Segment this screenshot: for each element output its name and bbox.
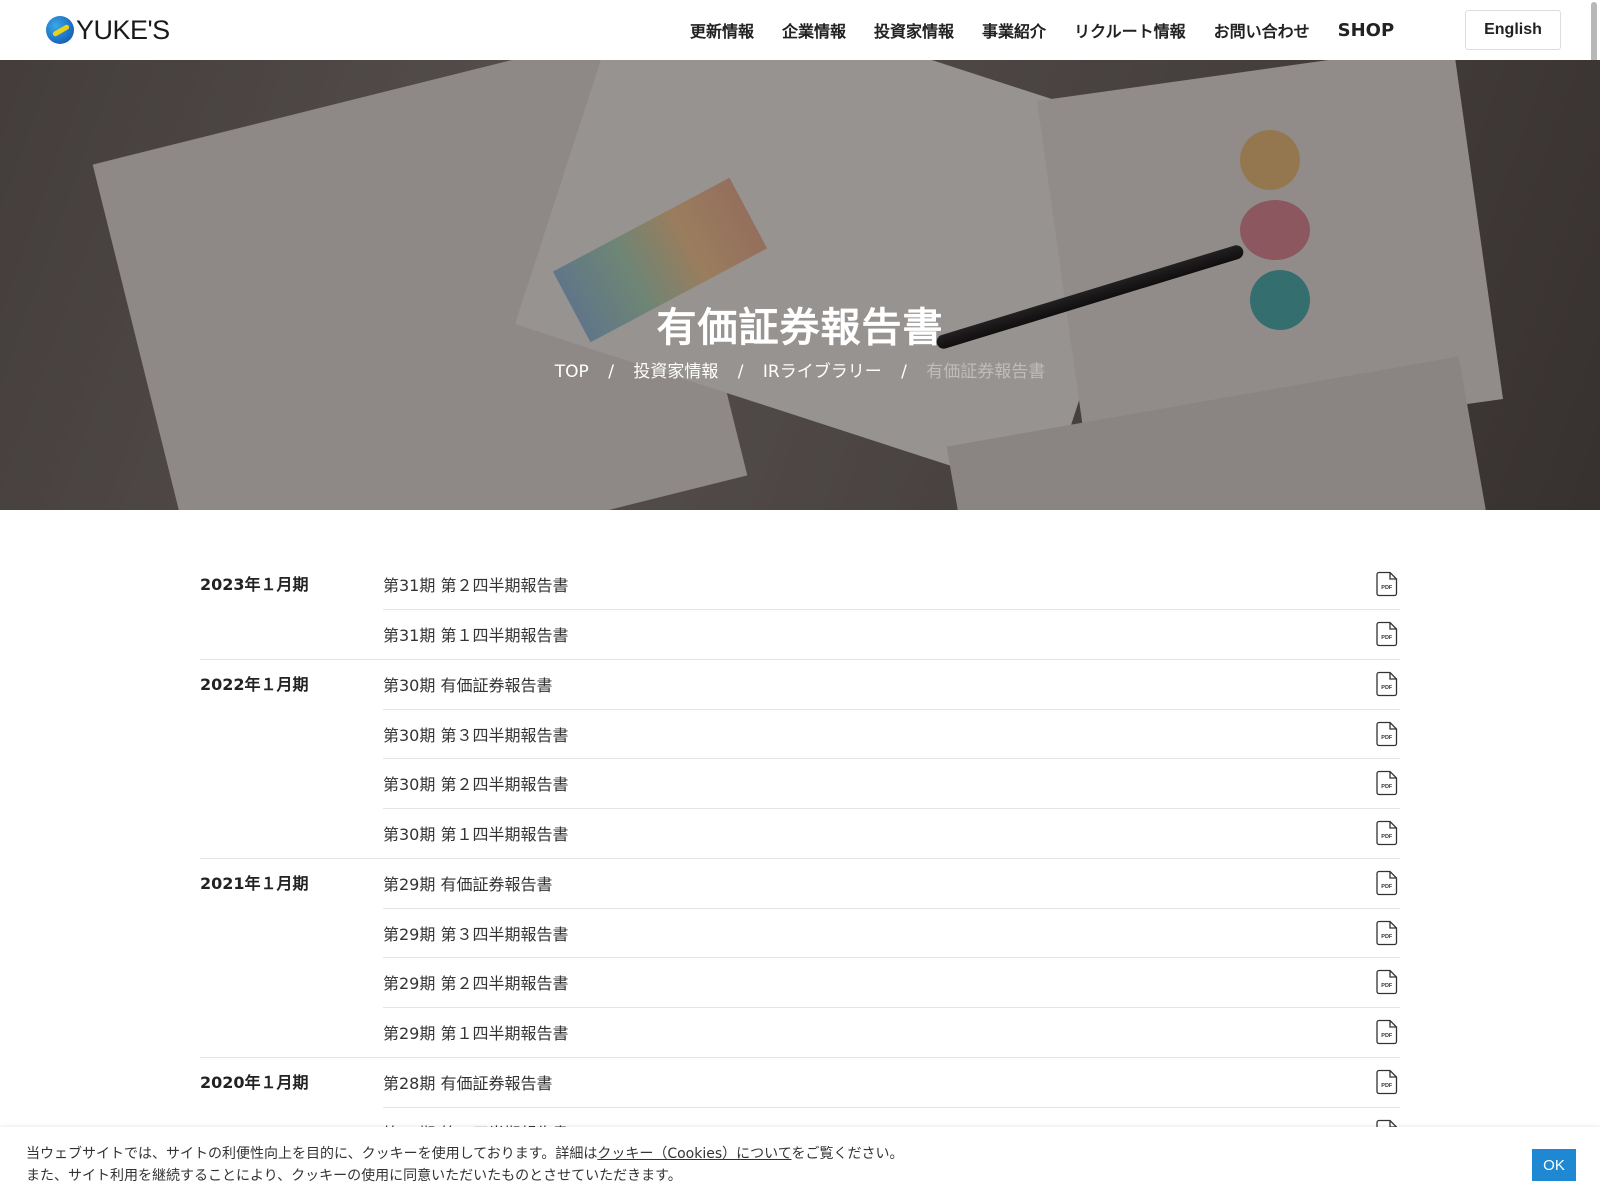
english-button[interactable]: English [1465,10,1561,50]
hero-overlay [0,60,1600,510]
pdf-icon[interactable]: PDF [1376,621,1398,647]
cookie-text-outro: をご覧ください。 [791,1146,904,1162]
page-title: 有価証券報告書 [656,305,944,351]
hero-banner: 有価証券報告書 TOP / 投資家情報 / IRライブラリー / 有価証券報告書 [0,60,1600,510]
year-group: 2022年１月期 第30期 有価証券報告書 PDF 第30期 第３四半期報告書 PDF 第… [200,660,1400,858]
report-row[interactable]: 第31期 第２四半期報告書 PDF [383,560,1400,610]
pdf-icon-label: PDF [1381,1083,1393,1089]
pdf-icon[interactable]: PDF [1376,969,1398,995]
report-row[interactable]: 第29期 第３四半期報告書 PDF [383,909,1400,958]
report-row[interactable]: 第29期 第２四半期報告書 PDF [383,958,1400,1008]
cookie-text: 当ウェブサイトでは、サイトの利便性向上を目的に、クッキーを使用しております。詳細… [26,1143,903,1187]
pdf-icon-label: PDF [1381,685,1393,691]
pdf-icon-label: PDF [1381,983,1393,989]
report-row[interactable]: 第29期 有価証券報告書 PDF [383,859,1400,909]
report-list: 2023年１月期 第31期 第２四半期報告書 PDF 第31期 第１四半期報告書 PDF… [200,560,1400,1157]
breadcrumb-separator: / [901,362,907,382]
nav-item-shop[interactable]: SHOP [1338,20,1395,41]
report-row[interactable]: 第30期 第３四半期報告書 PDF [383,710,1400,759]
report-title[interactable]: 第28期 有価証券報告書 [383,1070,552,1094]
year-group: 2023年１月期 第31期 第２四半期報告書 PDF 第31期 第１四半期報告書 PDF [200,560,1400,659]
report-row[interactable]: 第30期 第２四半期報告書 PDF [383,759,1400,809]
pdf-icon-label: PDF [1381,1033,1393,1039]
report-title[interactable]: 第29期 第１四半期報告書 [383,1020,568,1044]
yukes-logo-icon [46,16,74,44]
nav-item-contact[interactable]: お問い合わせ [1214,18,1310,42]
report-title[interactable]: 第31期 第２四半期報告書 [383,572,568,596]
cookie-text-consent: また、サイト利用を継続することにより、クッキーの使用に同意いただいたものとさせて… [26,1168,682,1184]
pdf-icon[interactable]: PDF [1376,870,1398,896]
logo[interactable]: YUKE'S [46,15,170,45]
cookie-ok-button[interactable]: OK [1532,1149,1576,1181]
report-rows: 第30期 有価証券報告書 PDF 第30期 第３四半期報告書 PDF 第30期 第２四半… [383,660,1400,858]
pdf-icon[interactable]: PDF [1376,1069,1398,1095]
breadcrumb-top[interactable]: TOP [555,362,589,382]
pdf-icon[interactable]: PDF [1376,1019,1398,1045]
fiscal-period-label: 2020年１月期 [200,1073,309,1092]
report-title[interactable]: 第29期 有価証券報告書 [383,871,552,895]
report-title[interactable]: 第31期 第１四半期報告書 [383,622,568,646]
pdf-icon[interactable]: PDF [1376,571,1398,597]
breadcrumb-ir-library[interactable]: IRライブラリー [763,362,882,382]
pdf-icon[interactable]: PDF [1376,770,1398,796]
fiscal-period-label: 2022年１月期 [200,675,309,694]
pdf-icon[interactable]: PDF [1376,820,1398,846]
pdf-icon[interactable]: PDF [1376,920,1398,946]
logo-text: YUKE'S [76,14,170,45]
fiscal-period-label: 2021年１月期 [200,874,309,893]
report-row[interactable]: 第29期 第１四半期報告書 PDF [383,1008,1400,1058]
report-row[interactable]: 第31期 第１四半期報告書 PDF [383,610,1400,660]
cookie-text-intro: 当ウェブサイトでは、サイトの利便性向上を目的に、クッキーを使用しております。詳細… [26,1146,598,1162]
pdf-icon-label: PDF [1381,884,1393,890]
breadcrumb-separator: / [608,362,614,382]
pdf-icon-label: PDF [1381,635,1393,641]
pdf-icon-label: PDF [1381,784,1393,790]
report-title[interactable]: 第30期 第２四半期報告書 [383,771,568,795]
report-row[interactable]: 第30期 第１四半期報告書 PDF [383,809,1400,859]
report-title[interactable]: 第29期 第３四半期報告書 [383,921,568,945]
breadcrumb-current: 有価証券報告書 [926,362,1046,382]
report-title[interactable]: 第29期 第２四半期報告書 [383,970,568,994]
report-title[interactable]: 第30期 第３四半期報告書 [383,722,568,746]
report-title[interactable]: 第30期 第１四半期報告書 [383,821,568,845]
report-rows: 第31期 第２四半期報告書 PDF 第31期 第１四半期報告書 PDF [383,560,1400,659]
nav-item-investors[interactable]: 投資家情報 [874,18,954,42]
pdf-icon-label: PDF [1381,834,1393,840]
report-row[interactable]: 第30期 有価証券報告書 PDF [383,660,1400,710]
report-row[interactable]: 第28期 有価証券報告書 PDF [383,1058,1400,1108]
nav-item-business[interactable]: 事業紹介 [982,18,1046,42]
nav-item-recruit[interactable]: リクルート情報 [1074,18,1186,42]
report-rows: 第29期 有価証券報告書 PDF 第29期 第３四半期報告書 PDF 第29期 第２四半… [383,859,1400,1057]
pdf-icon[interactable]: PDF [1376,721,1398,747]
pdf-icon[interactable]: PDF [1376,671,1398,697]
year-group: 2021年１月期 第29期 有価証券報告書 PDF 第29期 第３四半期報告書 PDF 第… [200,859,1400,1057]
main-nav: 更新情報 企業情報 投資家情報 事業紹介 リクルート情報 お問い合わせ SHOP [690,0,1394,60]
nav-item-news[interactable]: 更新情報 [690,18,754,42]
breadcrumb-investors[interactable]: 投資家情報 [633,362,718,382]
cookie-banner: 当ウェブサイトでは、サイトの利便性向上を目的に、クッキーを使用しております。詳細… [0,1127,1600,1200]
pdf-icon-label: PDF [1381,735,1393,741]
pdf-icon-label: PDF [1381,934,1393,940]
nav-item-company[interactable]: 企業情報 [782,18,846,42]
fiscal-period-label: 2023年１月期 [200,575,309,594]
site-header: YUKE'S 更新情報 企業情報 投資家情報 事業紹介 リクルート情報 お問い合… [0,0,1600,60]
pdf-icon-label: PDF [1381,585,1393,591]
cookie-policy-link[interactable]: クッキー（Cookies）について [597,1146,791,1162]
breadcrumb-separator: / [737,362,744,382]
breadcrumb: TOP / 投資家情報 / IRライブラリー / 有価証券報告書 [0,357,1600,382]
report-title[interactable]: 第30期 有価証券報告書 [383,672,552,696]
